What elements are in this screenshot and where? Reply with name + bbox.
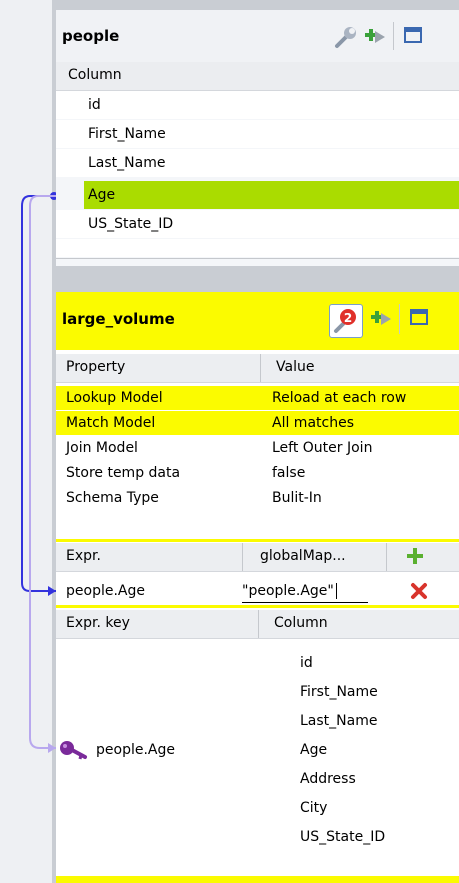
text-caret — [335, 583, 337, 599]
property-row-schema-type[interactable]: Schema Type Bulit-In — [56, 486, 459, 510]
column-name: id — [88, 97, 101, 113]
column-name: Age — [300, 742, 328, 758]
property-name: Lookup Model — [66, 390, 163, 406]
table-row[interactable]: people.Age Age — [56, 736, 459, 764]
column-header-label: Column — [68, 67, 122, 83]
property-row-join-model[interactable]: Join Model Left Outer Join — [56, 436, 459, 460]
key-table-header[interactable]: Expr. key Column — [56, 610, 459, 639]
section-divider-yellow — [56, 605, 459, 608]
table-row[interactable]: US_State_ID — [56, 210, 459, 238]
expr-header-label: Expr. — [66, 548, 101, 564]
table-row[interactable]: id — [56, 91, 459, 119]
expr-key[interactable]: people.Age — [96, 736, 175, 764]
property-name: Join Model — [66, 440, 138, 456]
property-header-label: Property — [66, 359, 126, 375]
table-row[interactable]: First_Name — [56, 678, 459, 706]
people-title: people — [62, 27, 120, 45]
table-row[interactable]: First_Name — [56, 120, 459, 148]
add-arrow-icon[interactable] — [363, 24, 389, 50]
header-divider — [399, 304, 400, 334]
column-divider — [260, 354, 261, 382]
large-volume-table: large_volume 2 Property Value Lookup Mod… — [56, 292, 459, 883]
table-row[interactable]: Last_Name — [56, 149, 459, 177]
key-icon — [58, 738, 88, 762]
column-name: id — [300, 655, 313, 671]
globalmap-input[interactable]: "people.Age" — [242, 578, 368, 603]
value-header-label: Value — [276, 359, 315, 375]
add-arrow-icon[interactable] — [369, 306, 395, 332]
people-header: people — [56, 10, 459, 62]
property-value[interactable]: Left Outer Join — [272, 436, 372, 460]
large-volume-title: large_volume — [62, 310, 175, 328]
expr-table-header[interactable]: Expr. globalMap... — [56, 543, 459, 572]
delete-row-icon[interactable] — [408, 580, 430, 602]
property-value[interactable]: false — [272, 461, 305, 485]
left-gutter — [0, 0, 52, 883]
column-divider — [242, 543, 243, 571]
expr-row[interactable]: people.Age "people.Age" — [56, 578, 459, 604]
property-value[interactable]: Bulit-In — [272, 486, 322, 510]
expr-value[interactable]: people.Age — [66, 578, 145, 604]
column-name: Address — [300, 771, 356, 787]
window-icon[interactable] — [407, 306, 433, 332]
table-filler — [56, 239, 459, 257]
section-divider-yellow — [56, 539, 459, 542]
globalmap-header-label: globalMap... — [260, 548, 346, 564]
table-row[interactable]: US_State_ID — [56, 823, 459, 851]
table-row[interactable]: City — [56, 794, 459, 822]
table-row[interactable]: Last_Name — [56, 707, 459, 735]
exprkey-header-label: Expr. key — [66, 615, 130, 631]
people-column-header[interactable]: Column — [56, 62, 459, 91]
column-name: Age — [88, 187, 116, 203]
property-row-match-model[interactable]: Match Model All matches — [56, 411, 459, 435]
error-count: 2 — [344, 311, 352, 325]
column-name: City — [300, 800, 328, 816]
property-value[interactable]: All matches — [272, 411, 354, 435]
people-table: people Column id First_Name Last_Name Ag… — [56, 10, 459, 266]
property-name: Schema Type — [66, 490, 159, 506]
property-row-store-temp-data[interactable]: Store temp data false — [56, 461, 459, 485]
large-volume-header: large_volume 2 — [56, 292, 459, 350]
column-name: US_State_ID — [300, 829, 386, 845]
property-name: Store temp data — [66, 465, 181, 481]
column-header-label: Column — [274, 615, 328, 631]
column-name: First_Name — [300, 684, 378, 700]
property-row-lookup-model[interactable]: Lookup Model Reload at each row — [56, 386, 459, 410]
add-row-icon[interactable] — [404, 545, 426, 567]
globalmap-value: "people.Age" — [242, 583, 334, 599]
column-divider — [386, 543, 387, 571]
property-table-header[interactable]: Property Value — [56, 354, 459, 383]
property-value[interactable]: Reload at each row — [272, 386, 406, 410]
window-icon[interactable] — [401, 24, 427, 50]
column-name: US_State_ID — [88, 216, 174, 232]
column-name: Last_Name — [88, 155, 166, 171]
property-name: Match Model — [66, 415, 156, 431]
large-volume-header-icons: 2 — [329, 304, 459, 338]
error-badge-icon[interactable]: 2 — [329, 304, 363, 338]
header-divider — [393, 22, 394, 50]
section-divider-yellow — [56, 876, 459, 883]
column-divider — [258, 610, 259, 638]
table-row-selected[interactable]: Age — [84, 181, 459, 209]
panel-bottom-border — [56, 258, 459, 259]
table-row[interactable]: Address — [56, 765, 459, 793]
wrench-icon[interactable] — [333, 24, 359, 50]
people-header-icons — [329, 22, 459, 52]
table-row[interactable]: id — [56, 649, 459, 677]
column-name: Last_Name — [300, 713, 378, 729]
column-name: First_Name — [88, 126, 166, 142]
